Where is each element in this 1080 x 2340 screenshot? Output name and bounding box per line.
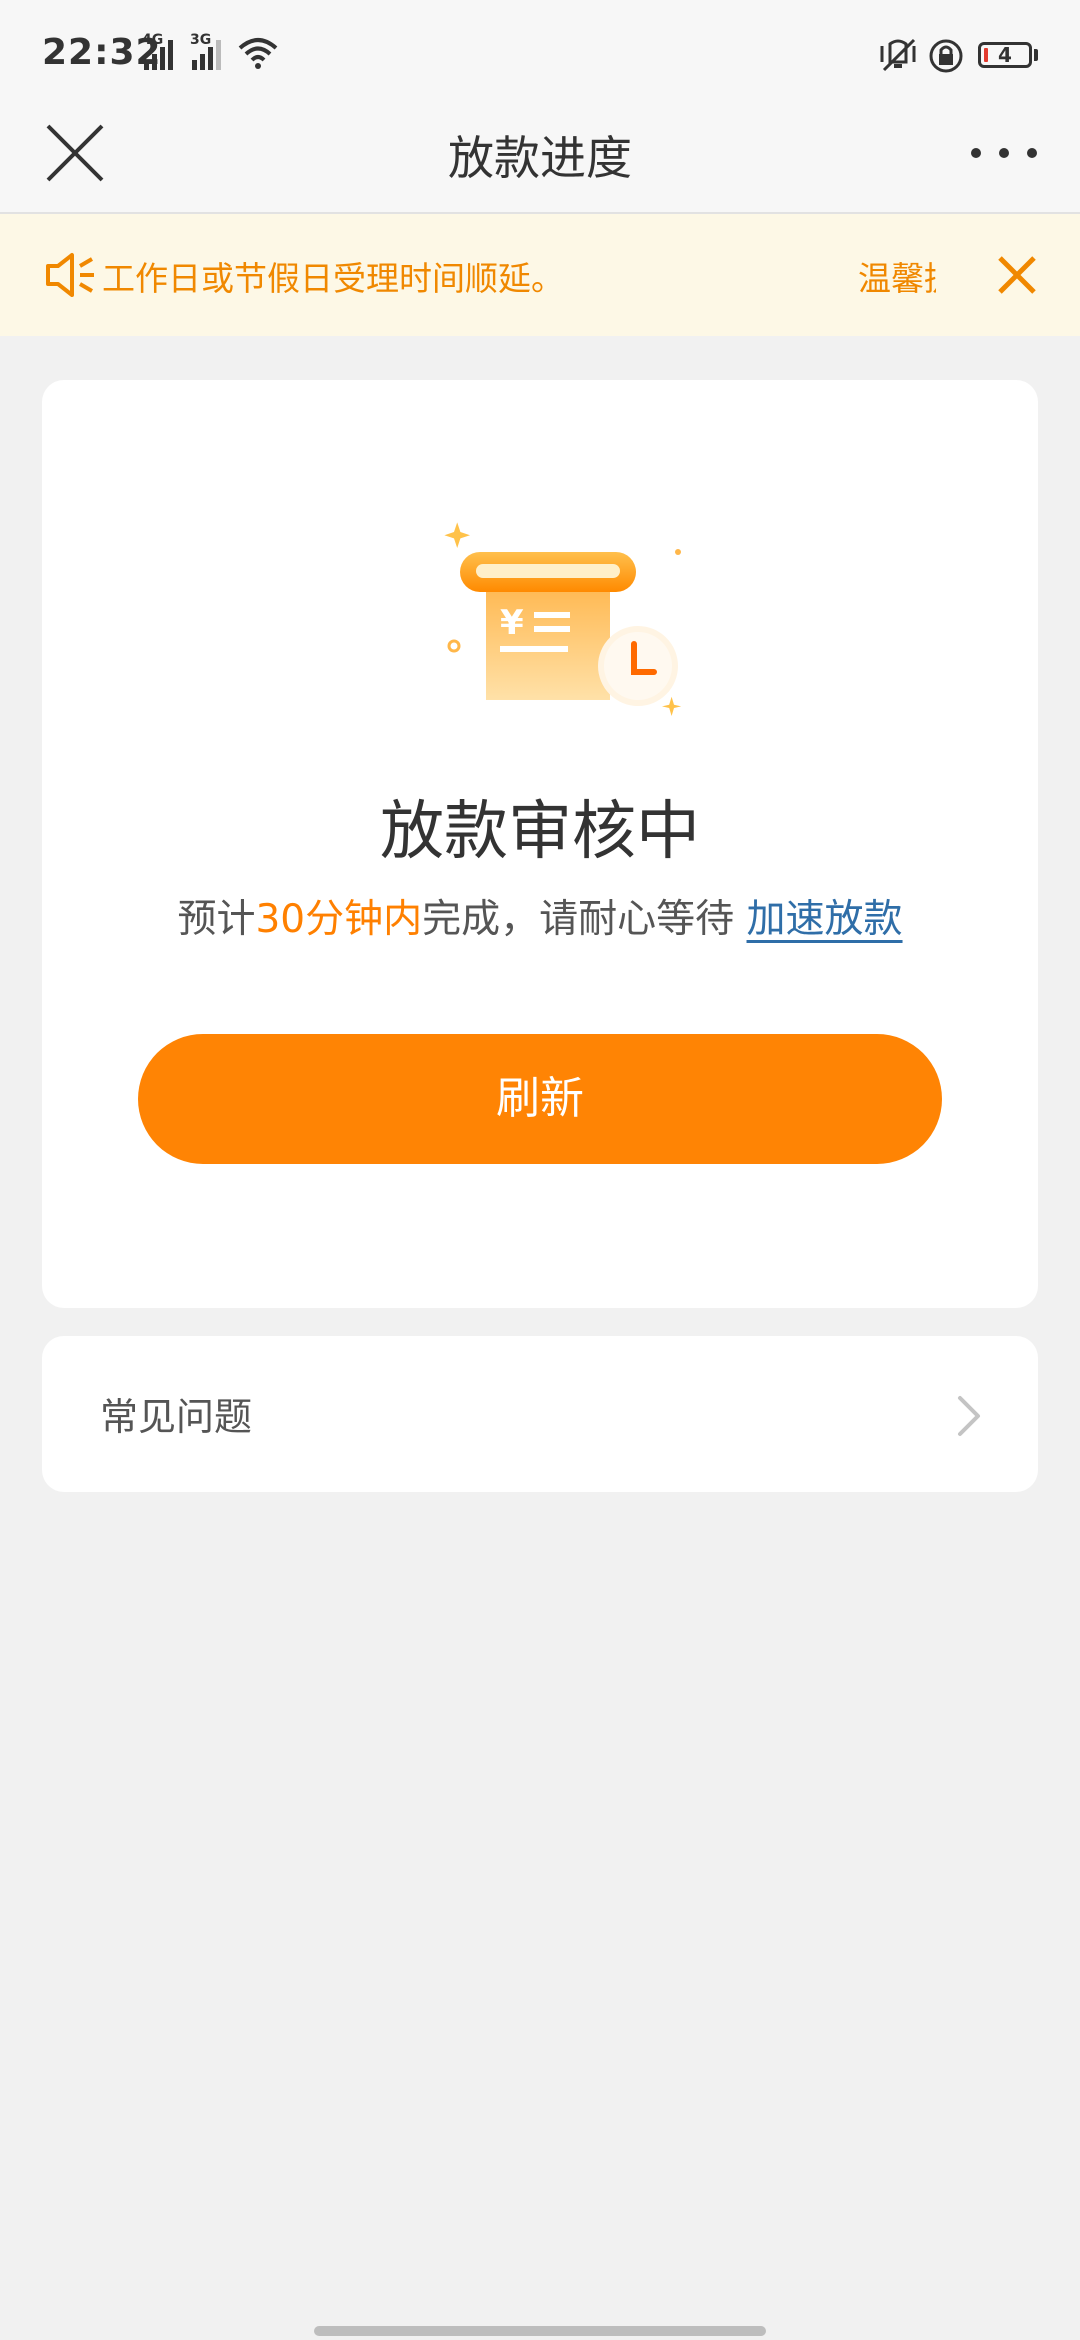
refresh-button[interactable]: 刷新 [138,1034,942,1164]
nav-bar: 放款进度 [0,110,1080,214]
chevron-right-icon [958,1396,980,1436]
status-card: ¥ 放款审核中 预计30分钟内完成，请耐心等待 加速放款 刷新 [42,380,1038,1308]
speedup-link[interactable]: 加速放款 [747,897,903,942]
battery-icon: 4 [978,42,1032,68]
status-subtitle: 预计30分钟内完成，请耐心等待 加速放款 [177,897,903,942]
wifi-icon [238,38,278,69]
notice-bar: 工作日或节假日受理时间顺延。 温馨提 [0,214,1080,336]
cell-signal-icon-1: 4G [142,32,182,74]
battery-level: 4 [998,43,1012,67]
svg-text:¥: ¥ [500,603,524,643]
faq-row[interactable]: 常见问题 [42,1336,1038,1492]
rotation-lock-icon [929,39,963,73]
vibrate-icon [880,38,916,72]
more-icon[interactable] [968,138,1040,168]
cell-signal-icon-2: 3G [190,32,230,74]
home-indicator[interactable] [314,2326,766,2336]
faq-label: 常见问题 [100,1395,253,1439]
receipt-clock-icon: ¥ [444,522,682,716]
page-title: 放款进度 [448,131,632,185]
notice-close-icon[interactable] [984,242,1050,308]
notice-text-next: 温馨提 [858,259,936,298]
notice-text: 工作日或节假日受理时间顺延。 [102,259,564,298]
status-title: 放款审核中 [380,795,700,869]
eta-highlight: 30分钟内 [255,897,423,942]
speaker-icon [46,253,94,297]
status-bar: 22:32 4G 3G 4 [0,0,1080,110]
